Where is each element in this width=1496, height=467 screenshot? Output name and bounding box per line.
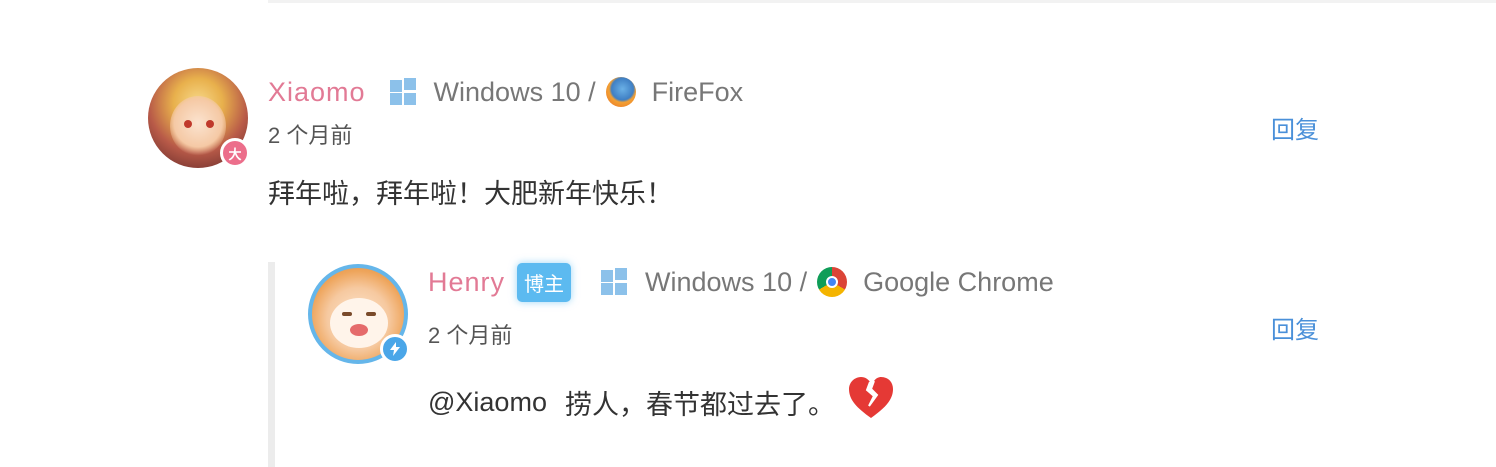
comment-meta: Henry 博主 Windows 10 / Google Chrome	[428, 262, 1054, 302]
avatar-face-art	[330, 298, 388, 348]
comment-text: 捞人，春节都过去了。	[564, 389, 835, 421]
avatar-face-art	[170, 96, 226, 156]
reply-item: Henry 博主 Windows 10 / Google Chrome 2 个月…	[268, 262, 1348, 467]
os-label: Windows 10 /	[645, 266, 808, 297]
windows-icon	[389, 78, 418, 106]
avatar-container: 大	[148, 68, 250, 168]
comment-body: 拜年啦，拜年啦！大肥新年快乐！	[268, 172, 673, 211]
browser-label: FireFox	[651, 76, 744, 107]
author-name[interactable]: Xiaomo	[268, 77, 366, 108]
avatar-container	[308, 264, 410, 364]
author-role-badge: 博主	[517, 262, 572, 302]
mention-link[interactable]: @Xiaomo	[428, 387, 547, 418]
comment-body: @Xiaomo 捞人，春节都过去了。	[428, 377, 895, 424]
chrome-icon	[817, 267, 848, 297]
os-label: Windows 10 /	[433, 76, 596, 107]
author-name[interactable]: Henry	[428, 267, 505, 298]
reply-indent-bar	[268, 262, 275, 467]
comment-meta: Xiaomo Windows 10 / FireFox	[268, 72, 743, 112]
reply-button[interactable]: 回复	[1271, 310, 1319, 345]
windows-icon	[601, 268, 629, 296]
avatar-eye-art	[366, 312, 376, 316]
section-divider	[268, 0, 1496, 3]
level-badge: 大	[220, 138, 250, 168]
comment-item: 大 Xiaomo Windows 10 / FireFox 2 个月前 回复 拜…	[148, 68, 1348, 218]
comment-text: 拜年啦，拜年啦！大肥新年快乐！	[268, 179, 673, 210]
avatar-eye-art	[184, 120, 192, 128]
avatar-eye-art	[342, 312, 352, 316]
comment-time: 2 个月前	[428, 323, 513, 348]
avatar-mouth-art	[350, 324, 368, 336]
reply-button[interactable]: 回复	[1271, 110, 1319, 145]
broken-heart-icon	[847, 376, 895, 420]
lightning-icon	[380, 334, 410, 364]
firefox-icon	[605, 77, 636, 107]
browser-label: Google Chrome	[863, 266, 1054, 297]
avatar-eye-art	[206, 120, 214, 128]
comment-time: 2 个月前	[268, 123, 353, 148]
